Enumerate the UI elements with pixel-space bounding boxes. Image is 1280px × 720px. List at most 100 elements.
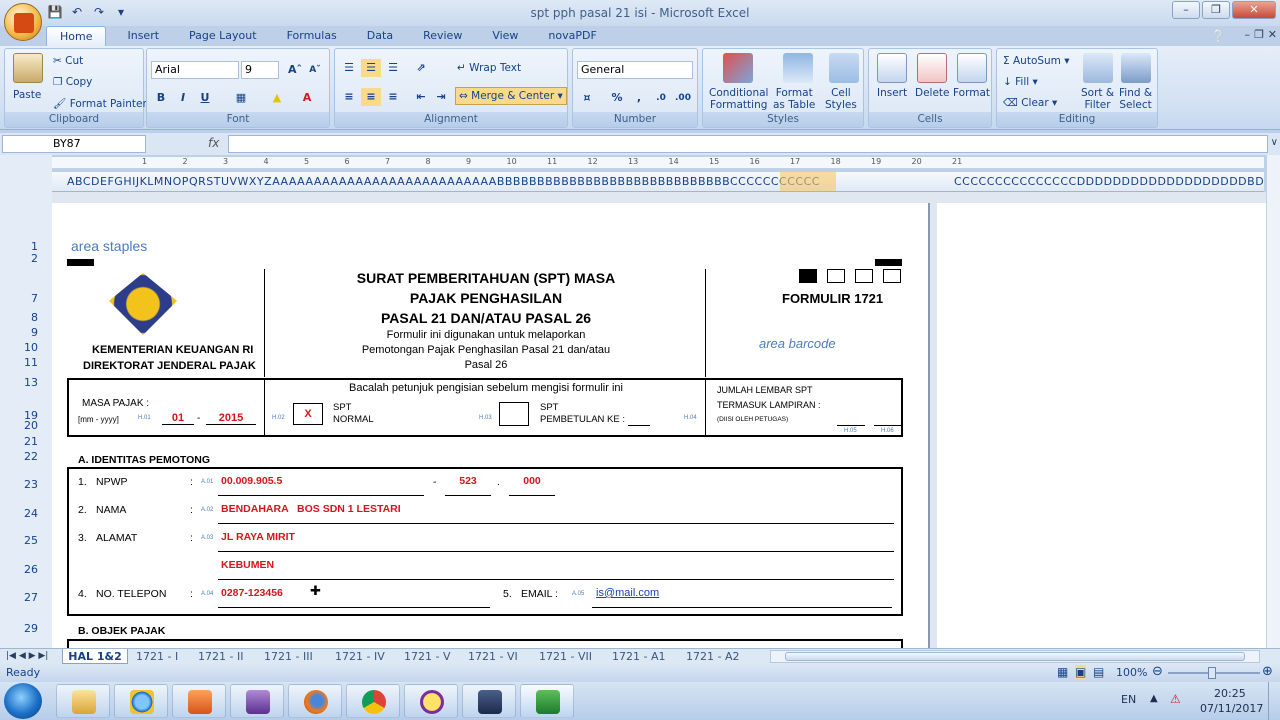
insert-button[interactable]: Insert — [877, 87, 907, 99]
format-as-table-button[interactable]: Format as Table — [773, 87, 815, 111]
taskbar-vs[interactable] — [230, 684, 284, 718]
tray-expand-icon[interactable]: ▲ — [1150, 693, 1158, 704]
help-icon[interactable]: ❔ — [1211, 29, 1226, 43]
paste-icon[interactable] — [13, 53, 43, 83]
increase-indent-icon[interactable]: ⇥ — [431, 88, 451, 106]
column-headers[interactable]: ABCDEFGHIJKLMNOPQRSTUVWXYZAAAAAAAAAAAAAA… — [52, 172, 1264, 192]
tab-review[interactable]: Review — [410, 26, 475, 46]
row-number[interactable]: 10 — [24, 341, 38, 354]
clock-date[interactable]: 07/11/2017 — [1200, 702, 1263, 715]
number-format-select[interactable]: General — [577, 61, 693, 79]
fill-button[interactable]: ↓ Fill ▾ — [1003, 76, 1038, 88]
sheet-tab-1721-vi[interactable]: 1721 - VI — [468, 649, 518, 664]
tab-view[interactable]: View — [479, 26, 531, 46]
taskbar-firefox[interactable] — [288, 684, 342, 718]
comma-button[interactable]: , — [629, 89, 649, 107]
italic-button[interactable]: I — [173, 89, 193, 107]
fill-color-icon[interactable]: ▲ — [267, 89, 287, 107]
page-layout-view-icon[interactable]: ▣ — [1075, 665, 1087, 679]
sort-filter-button[interactable]: Sort & Filter — [1081, 87, 1114, 111]
taskbar-ie[interactable] — [114, 684, 168, 718]
tab-insert[interactable]: Insert — [114, 26, 172, 46]
row-number[interactable]: 8 — [31, 311, 38, 324]
minimize-button[interactable]: – — [1172, 1, 1200, 19]
tab-page-layout[interactable]: Page Layout — [176, 26, 270, 46]
underline-button[interactable]: U — [195, 89, 215, 107]
zoom-level[interactable]: 100% — [1116, 666, 1147, 679]
restore-button[interactable]: ❐ — [1202, 1, 1230, 19]
row-number[interactable]: 13 — [24, 376, 38, 389]
tab-scroll-buttons[interactable]: |◀ ◀ ▶ ▶| — [6, 649, 48, 664]
borders-icon[interactable]: ▦ — [231, 89, 251, 107]
page-break-view-icon[interactable]: ▤ — [1093, 665, 1104, 679]
horizontal-scrollbar[interactable] — [770, 650, 1260, 663]
format-painter-button[interactable]: 🖌 Format Painter — [53, 97, 147, 110]
spt-normal-checkbox[interactable]: X — [293, 403, 323, 425]
font-color-icon[interactable]: A — [297, 89, 317, 107]
sheet-tab-1721-iii[interactable]: 1721 - III — [264, 649, 313, 664]
masa-month-value[interactable]: 01 — [162, 412, 194, 425]
row-number[interactable]: 25 — [24, 534, 38, 547]
office-button[interactable] — [4, 3, 42, 41]
row-number[interactable]: 24 — [24, 507, 38, 520]
workbook-close-icon[interactable]: ✕ — [1268, 28, 1277, 41]
fx-icon[interactable]: fx — [150, 135, 226, 153]
spt-pembetulan-checkbox[interactable] — [499, 402, 529, 426]
alamat-value-1[interactable]: JL RAYA MIRIT — [221, 531, 295, 543]
align-middle-icon[interactable]: ☰ — [361, 59, 381, 77]
font-size-select[interactable]: 9 — [241, 61, 279, 79]
alamat-value-2[interactable]: KEBUMEN — [221, 559, 274, 571]
row-number[interactable]: 20 — [24, 419, 38, 432]
tab-novapdf[interactable]: novaPDF — [535, 26, 609, 46]
align-left-icon[interactable]: ≡ — [339, 88, 359, 106]
tab-data[interactable]: Data — [354, 26, 406, 46]
taskbar-film[interactable] — [462, 684, 516, 718]
taskbar-chrome[interactable] — [346, 684, 400, 718]
sheet-tab-1721-ii[interactable]: 1721 - II — [198, 649, 243, 664]
language-indicator[interactable]: EN — [1121, 693, 1136, 706]
row-number[interactable]: 22 — [24, 450, 38, 463]
merge-center-button[interactable]: ⇔ Merge & Center ▾ — [455, 87, 567, 105]
percent-button[interactable]: % — [607, 89, 627, 107]
normal-view-icon[interactable]: ▦ — [1057, 665, 1068, 679]
autosum-button[interactable]: Σ AutoSum ▾ — [1003, 55, 1070, 67]
cell-styles-button[interactable]: Cell Styles — [825, 87, 857, 111]
sheet-tab-1721-iv[interactable]: 1721 - IV — [335, 649, 385, 664]
clear-button[interactable]: ⌫ Clear ▾ — [1003, 97, 1057, 109]
sheet-tab-1721-a1[interactable]: 1721 - A1 — [612, 649, 665, 664]
row-number[interactable]: 2 — [31, 252, 38, 265]
npwp-cabang-value[interactable]: 000 — [509, 475, 555, 487]
nama-value[interactable]: BENDAHARA BOS SDN 1 LESTARI — [221, 503, 401, 515]
select-all-corner[interactable] — [0, 155, 52, 192]
tab-formulas[interactable]: Formulas — [274, 26, 350, 46]
wrap-text-button[interactable]: ↵ Wrap Text — [457, 62, 521, 74]
font-name-select[interactable]: Arial — [151, 61, 239, 79]
align-bottom-icon[interactable]: ☰ — [383, 59, 403, 77]
delete-button[interactable]: Delete — [915, 87, 950, 99]
zoom-in-icon[interactable]: ⊕ — [1262, 664, 1273, 679]
network-warning-icon[interactable]: ⚠ — [1170, 692, 1181, 706]
row-number[interactable]: 21 — [24, 435, 38, 448]
masa-year-value[interactable]: 2015 — [206, 412, 256, 425]
decrease-indent-icon[interactable]: ⇤ — [411, 88, 431, 106]
clock-time[interactable]: 20:25 — [1214, 687, 1246, 700]
orientation-icon[interactable]: ⇗ — [411, 59, 431, 77]
email-value[interactable]: is@mail.com — [596, 587, 659, 599]
row-number[interactable]: 29 — [24, 622, 38, 635]
ribbon-restore-icon[interactable]: ❐ — [1254, 28, 1264, 41]
decrease-decimal-icon[interactable]: .00 — [673, 89, 693, 107]
paste-button[interactable]: Paste — [13, 89, 41, 101]
bold-button[interactable]: B — [151, 89, 171, 107]
taskbar-media[interactable] — [172, 684, 226, 718]
align-center-icon[interactable]: ≡ — [361, 88, 381, 106]
vertical-scrollbar[interactable] — [1266, 155, 1280, 648]
row-number[interactable]: 11 — [24, 356, 38, 369]
copy-button[interactable]: ❐ Copy — [53, 76, 92, 88]
sheet-tab-hal-1-2[interactable]: HAL 1&2 — [62, 649, 128, 664]
zoom-slider-thumb[interactable] — [1208, 667, 1216, 679]
row-number[interactable]: 9 — [31, 326, 38, 339]
grow-font-button[interactable]: Aˆ — [285, 61, 305, 79]
taskbar-explorer[interactable] — [56, 684, 110, 718]
ribbon-minimize-icon[interactable]: – — [1245, 28, 1251, 41]
currency-icon[interactable]: ¤ — [577, 89, 597, 107]
